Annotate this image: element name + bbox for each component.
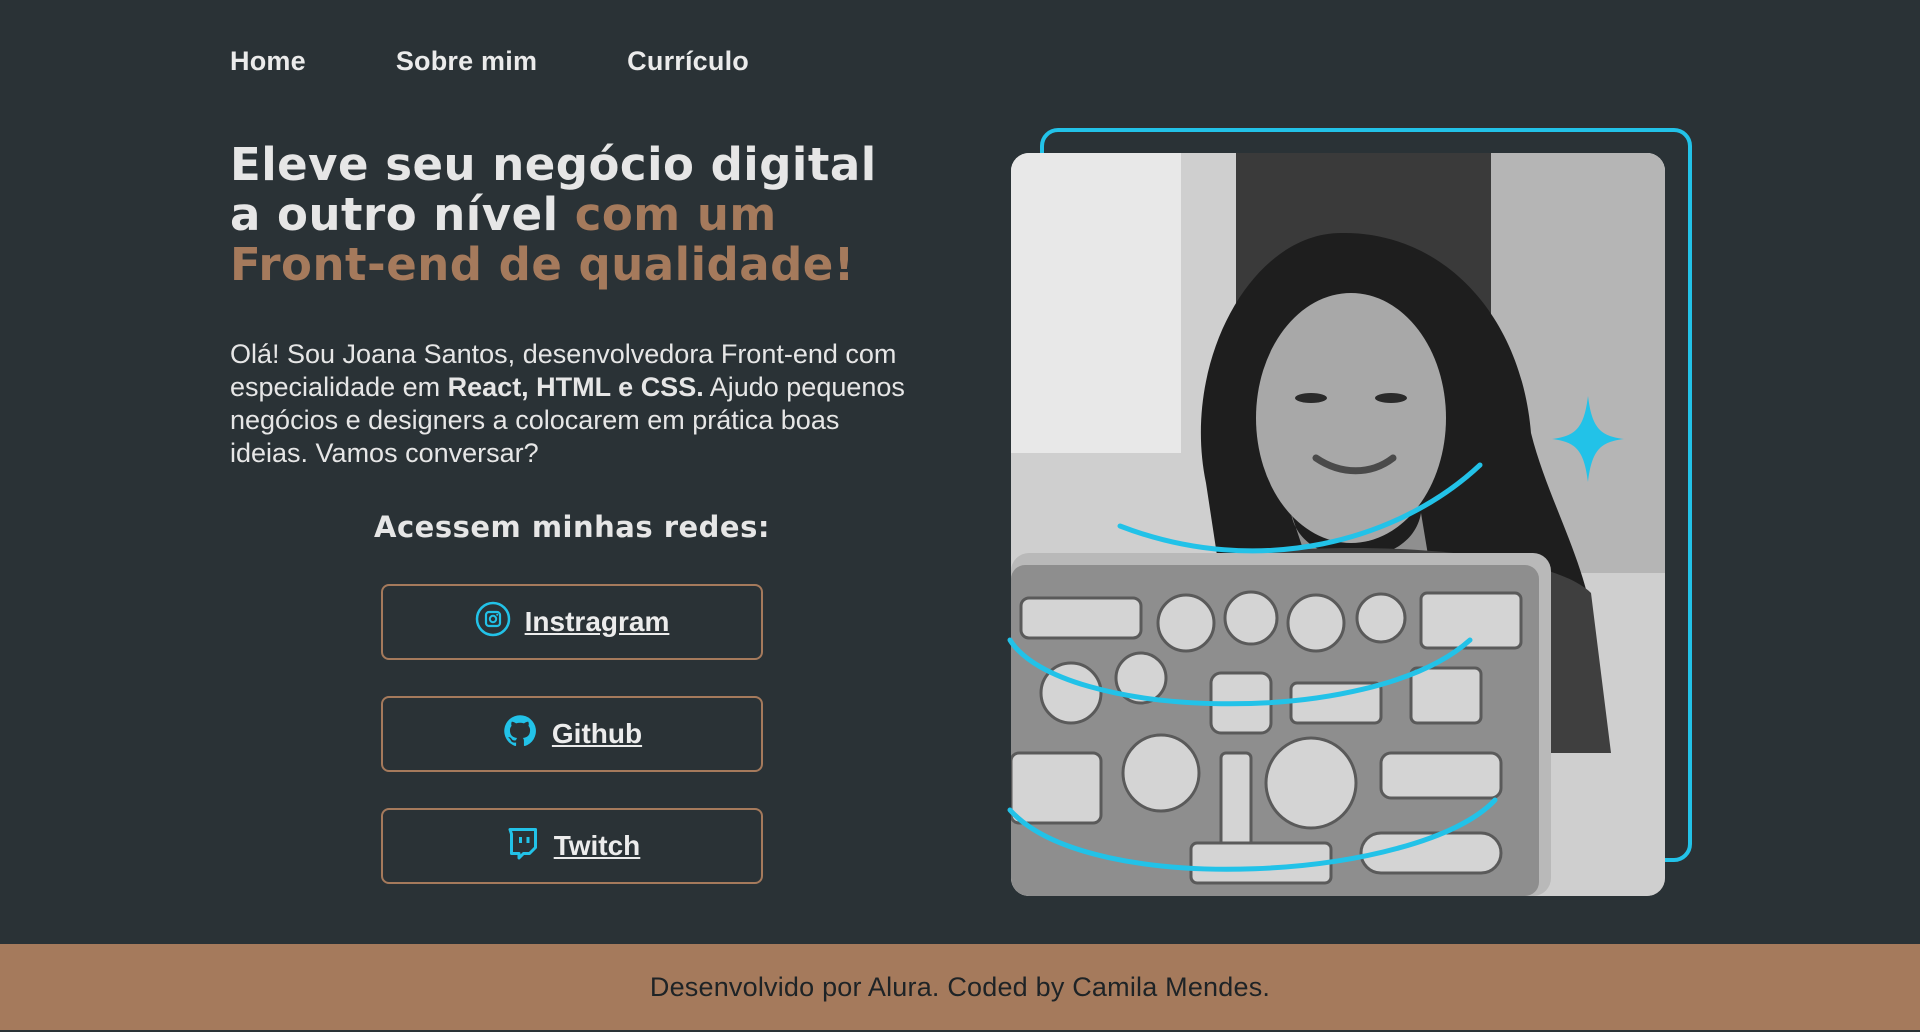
github-button[interactable]: Github	[381, 696, 763, 772]
twitch-button[interactable]: Twitch	[381, 808, 763, 884]
instagram-label: Instragram	[524, 606, 670, 637]
social-title: Acessem minhas redes:	[374, 510, 770, 544]
nav-about-link[interactable]: Sobre mim	[396, 46, 537, 77]
instagram-icon	[475, 601, 511, 644]
github-label: Github	[551, 718, 643, 749]
hero-intro: Olá! Sou Joana Santos, desenvolvedora Fr…	[230, 338, 910, 470]
intro-bold-skills: React, HTML e CSS.	[447, 372, 704, 402]
footer-credits: Desenvolvido por Alura. Coded by Camila …	[649, 971, 1271, 1002]
nav-home-link[interactable]: Home	[230, 46, 306, 77]
hero-text: Eleve seu negócio digital a outro nível …	[230, 140, 910, 470]
sparkle-icon	[1552, 396, 1624, 482]
hero-headline: Eleve seu negócio digital a outro nível …	[230, 140, 910, 290]
headline-main: Eleve seu negócio digital a outro nível	[230, 138, 877, 241]
top-nav: Home Sobre mim Currículo	[230, 46, 749, 77]
profile-photo	[1011, 153, 1665, 896]
twitch-label: Twitch	[553, 830, 641, 861]
nav-cv-link[interactable]: Currículo	[627, 46, 749, 77]
github-icon	[502, 713, 538, 756]
twitch-icon	[504, 825, 540, 868]
footer: Desenvolvido por Alura. Coded by Camila …	[0, 944, 1920, 1030]
instagram-button[interactable]: Instragram	[381, 584, 763, 660]
page: Home Sobre mim Currículo Eleve seu negóc…	[0, 0, 1920, 1032]
